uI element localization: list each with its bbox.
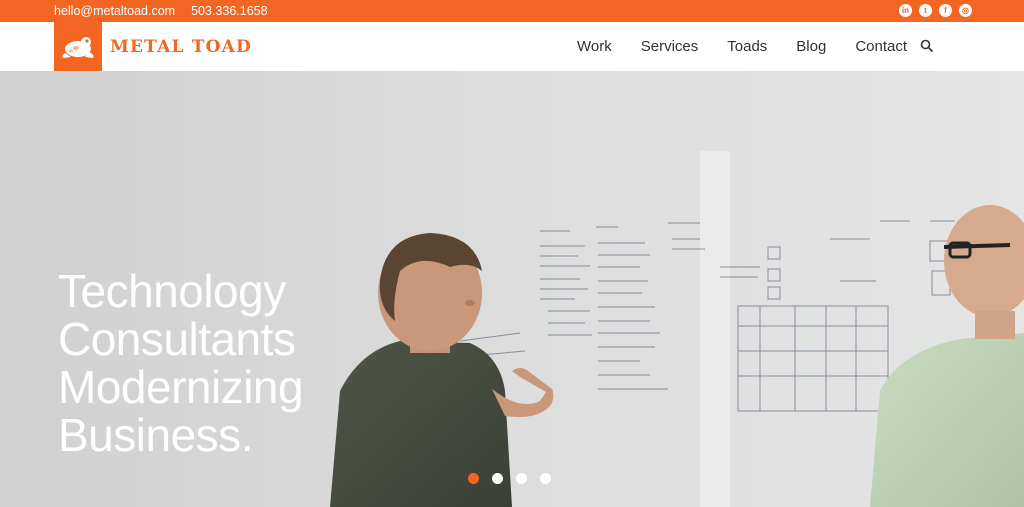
nav-work[interactable]: Work [577, 38, 612, 55]
nav-services[interactable]: Services [641, 38, 699, 55]
logo[interactable] [54, 22, 102, 71]
instagram-icon[interactable]: ◎ [959, 4, 972, 17]
carousel-dots [468, 473, 551, 484]
nav-contact[interactable]: Contact [855, 38, 907, 55]
headline-line: Technology [58, 265, 286, 317]
carousel-dot[interactable] [492, 473, 503, 484]
main-nav: Work Services Toads Blog Contact [577, 38, 936, 55]
twitter-icon[interactable]: t [919, 4, 932, 17]
brand-name[interactable]: METAL TOAD [110, 37, 252, 57]
top-contact-bar: hello@metaltoad.com 503.336.1658 in t f … [0, 0, 1024, 22]
social-links: in t f ◎ [899, 4, 972, 17]
carousel-dot[interactable] [468, 473, 479, 484]
hero-banner: Technology Consultants Modernizing Busin… [0, 71, 1024, 507]
site-header: METAL TOAD Work Services Toads Blog Cont… [0, 22, 1024, 71]
headline-line: Modernizing [58, 361, 304, 413]
toad-icon [62, 36, 94, 58]
hero-headline: Technology Consultants Modernizing Busin… [58, 265, 304, 461]
headline-line: Consultants [58, 313, 296, 365]
contact-info: hello@metaltoad.com 503.336.1658 [54, 4, 268, 18]
search-icon[interactable] [920, 39, 934, 53]
facebook-icon[interactable]: f [939, 4, 952, 17]
email-link[interactable]: hello@metaltoad.com [54, 4, 175, 18]
nav-toads[interactable]: Toads [727, 38, 767, 55]
headline-line: Business. [58, 409, 253, 461]
linkedin-icon[interactable]: in [899, 4, 912, 17]
carousel-dot[interactable] [516, 473, 527, 484]
carousel-dot[interactable] [540, 473, 551, 484]
phone-link[interactable]: 503.336.1658 [191, 4, 267, 18]
nav-blog[interactable]: Blog [796, 38, 826, 55]
